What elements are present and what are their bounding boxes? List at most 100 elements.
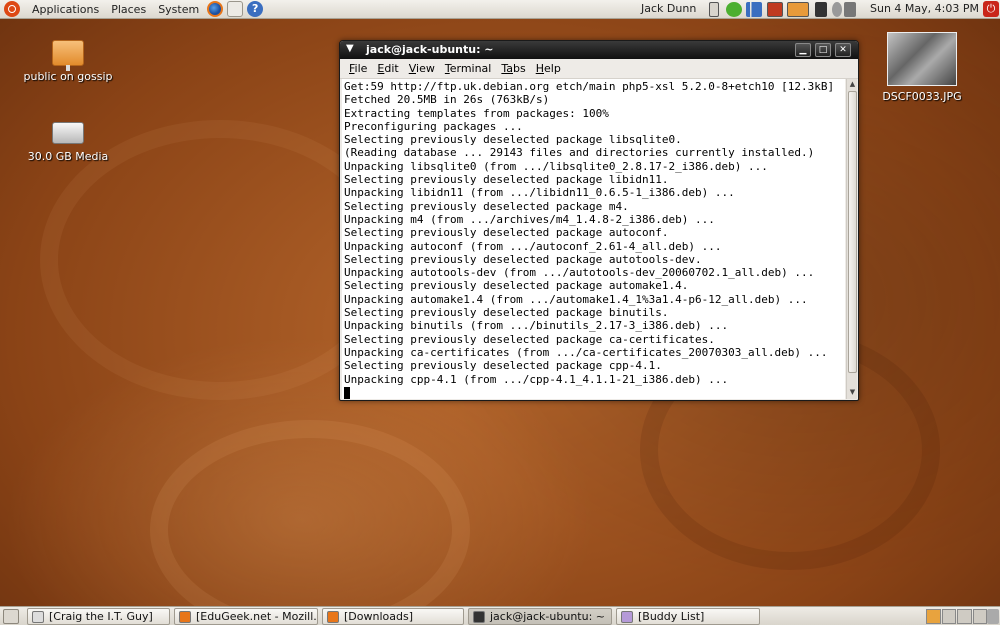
scroll-thumb[interactable] xyxy=(848,91,857,373)
window-titlebar[interactable]: ▼ jack@jack-ubuntu: ~ ▁ □ ✕ xyxy=(340,41,858,59)
gear-icon[interactable] xyxy=(832,2,842,17)
terminal-line: Unpacking libidn11 (from .../libidn11_0.… xyxy=(344,186,735,200)
workspace-switcher[interactable] xyxy=(926,609,988,624)
pidgin-icon xyxy=(621,610,633,623)
menu-label-rest: ile xyxy=(354,62,368,75)
desktop-icon-public-on-gossip[interactable]: public on gossip xyxy=(20,40,116,83)
taskbar-button[interactable]: [Buddy List] xyxy=(616,608,760,625)
terminal-menu-edit[interactable]: Edit xyxy=(372,62,403,75)
terminal-line: Selecting previously deselected package … xyxy=(344,279,689,293)
desktop-icon-label: 30.0 GB Media xyxy=(27,150,109,163)
terminal-line: Unpacking automake1.4 (from .../automake… xyxy=(344,292,808,306)
terminal-line: Selecting previously deselected package … xyxy=(344,173,669,187)
terminal-line: Unpacking autotools-dev (from .../autoto… xyxy=(344,266,815,280)
workspace-3[interactable] xyxy=(957,609,972,624)
terminal-line: Extracting templates from packages: 100% xyxy=(344,106,609,120)
firefox-icon xyxy=(327,610,339,623)
taskbar-button[interactable]: [Craig the I.T. Guy] xyxy=(27,608,170,625)
menu-label-rest: erminal xyxy=(449,62,492,75)
taskbar-button-label: [EduGeek.net - Mozill... xyxy=(196,610,318,623)
scrollbar[interactable]: ▲ ▼ xyxy=(846,79,857,399)
close-icon[interactable]: ✕ xyxy=(835,43,851,57)
bottom-panel: [Craig the I.T. Guy] [EduGeek.net - Mozil… xyxy=(0,606,1000,625)
volume-icon[interactable] xyxy=(844,2,856,17)
workspace-1[interactable] xyxy=(926,609,941,624)
menu-label-rest: iew xyxy=(416,62,435,75)
terminal-line: Unpacking m4 (from .../archives/m4_1.4.8… xyxy=(344,212,715,226)
window-menu-icon[interactable]: ▼ xyxy=(346,43,354,54)
taskbar-button[interactable]: jack@jack-ubuntu: ~ xyxy=(468,608,612,625)
menu-label-rest: bs xyxy=(513,62,526,75)
clock[interactable]: Sun 4 May, 4:03 PM xyxy=(870,2,979,15)
terminal-line: Unpacking libsqlite0 (from .../libsqlite… xyxy=(344,159,768,173)
terminal-line: Unpacking ca-certificates (from .../ca-c… xyxy=(344,345,828,359)
taskbar-button-label: [Downloads] xyxy=(344,610,413,623)
window-title: jack@jack-ubuntu: ~ xyxy=(366,43,494,56)
terminal-line: (Reading database ... 29143 files and di… xyxy=(344,146,815,160)
text-cursor xyxy=(344,386,350,399)
screen-icon[interactable] xyxy=(767,2,783,17)
ubuntu-logo-icon[interactable] xyxy=(4,1,20,17)
desktop-icon-photo[interactable]: DSCF0033.JPG xyxy=(874,32,970,103)
show-desktop-icon[interactable] xyxy=(3,609,19,624)
terminal-output[interactable]: Get:59 http://ftp.uk.debian.org etch/mai… xyxy=(342,79,845,399)
terminal-menu-view[interactable]: View xyxy=(404,62,440,75)
desktop-icon-label: DSCF0033.JPG xyxy=(882,90,962,103)
battery-icon[interactable] xyxy=(709,2,719,17)
signal-icon[interactable] xyxy=(746,2,762,17)
scroll-up-icon[interactable]: ▲ xyxy=(847,79,858,90)
taskbar-button[interactable]: [Downloads] xyxy=(322,608,464,625)
network-icon[interactable] xyxy=(726,2,742,17)
system-menu[interactable]: System xyxy=(152,3,205,16)
terminal-line: Preconfiguring packages ... xyxy=(344,119,523,133)
prompt-line xyxy=(344,386,845,399)
photo-thumbnail-icon xyxy=(887,32,957,86)
terminal-menu-file[interactable]: File xyxy=(344,62,372,75)
terminal-line: Get:59 http://ftp.uk.debian.org etch/mai… xyxy=(344,80,835,93)
terminal-line: Selecting previously deselected package … xyxy=(344,199,629,213)
applications-menu[interactable]: Applications xyxy=(26,3,105,16)
taskbar-button-label: [Craig the I.T. Guy] xyxy=(49,610,153,623)
terminal-line: Unpacking autoconf (from .../autoconf_2.… xyxy=(344,239,722,253)
minimize-icon[interactable]: ▁ xyxy=(795,43,811,57)
taskbar-button-label: jack@jack-ubuntu: ~ xyxy=(490,610,606,623)
menu-label-rest: elp xyxy=(544,62,561,75)
desktop-icon-label: public on gossip xyxy=(23,70,113,83)
terminal-line: Selecting previously deselected package … xyxy=(344,226,669,240)
terminal-line: Selecting previously deselected package … xyxy=(344,359,662,373)
maximize-icon[interactable]: □ xyxy=(815,43,831,57)
taskbar-button-label: [Buddy List] xyxy=(638,610,705,623)
places-menu[interactable]: Places xyxy=(105,3,152,16)
network-folder-icon xyxy=(52,40,84,71)
menu-accelerator: H xyxy=(535,62,544,75)
terminal-line: Selecting previously deselected package … xyxy=(344,252,702,266)
terminal-line: Unpacking cpp-4.1 (from .../cpp-4.1_4.1.… xyxy=(344,372,729,386)
menu-label-rest: dit xyxy=(384,62,399,75)
shutdown-icon[interactable]: ⏻ xyxy=(983,1,999,17)
terminal-window[interactable]: ▼ jack@jack-ubuntu: ~ ▁ □ ✕ File Edit View… xyxy=(339,40,859,401)
help-icon[interactable]: ? xyxy=(247,1,264,17)
desktop-icon-media-drive[interactable]: 30.0 GB Media xyxy=(20,118,116,163)
workspace-4[interactable] xyxy=(972,609,987,624)
window-icon xyxy=(32,610,44,623)
terminal-menu-tabs[interactable]: Tabs xyxy=(496,62,530,75)
terminal-menu-terminal[interactable]: Terminal xyxy=(440,62,497,75)
terminal-line: Fetched 20.5MB in 26s (763kB/s) xyxy=(344,93,550,107)
monitor-icon[interactable] xyxy=(815,2,827,17)
taskbar-button[interactable]: [EduGeek.net - Mozill... xyxy=(174,608,318,625)
firefox-launcher-icon[interactable] xyxy=(207,1,224,17)
user-switcher[interactable]: Jack Dunn xyxy=(641,2,696,15)
wallpaper-swirl xyxy=(150,420,470,625)
update-icon[interactable] xyxy=(787,2,809,17)
terminal-line: Unpacking binutils (from .../binutils_2.… xyxy=(344,319,729,333)
terminal-line: Selecting previously deselected package … xyxy=(344,133,682,147)
scroll-down-icon[interactable]: ▼ xyxy=(847,387,858,398)
terminal-line: Selecting previously deselected package … xyxy=(344,332,715,346)
trash-icon[interactable] xyxy=(987,609,999,624)
terminal-line: Selecting previously deselected package … xyxy=(344,306,669,320)
mail-launcher-icon[interactable] xyxy=(227,1,244,17)
workspace-2[interactable] xyxy=(941,609,956,624)
terminal-menu-help[interactable]: Help xyxy=(531,62,566,75)
firefox-icon xyxy=(179,610,191,623)
terminal-menubar: File Edit View Terminal Tabs Help xyxy=(340,59,858,79)
